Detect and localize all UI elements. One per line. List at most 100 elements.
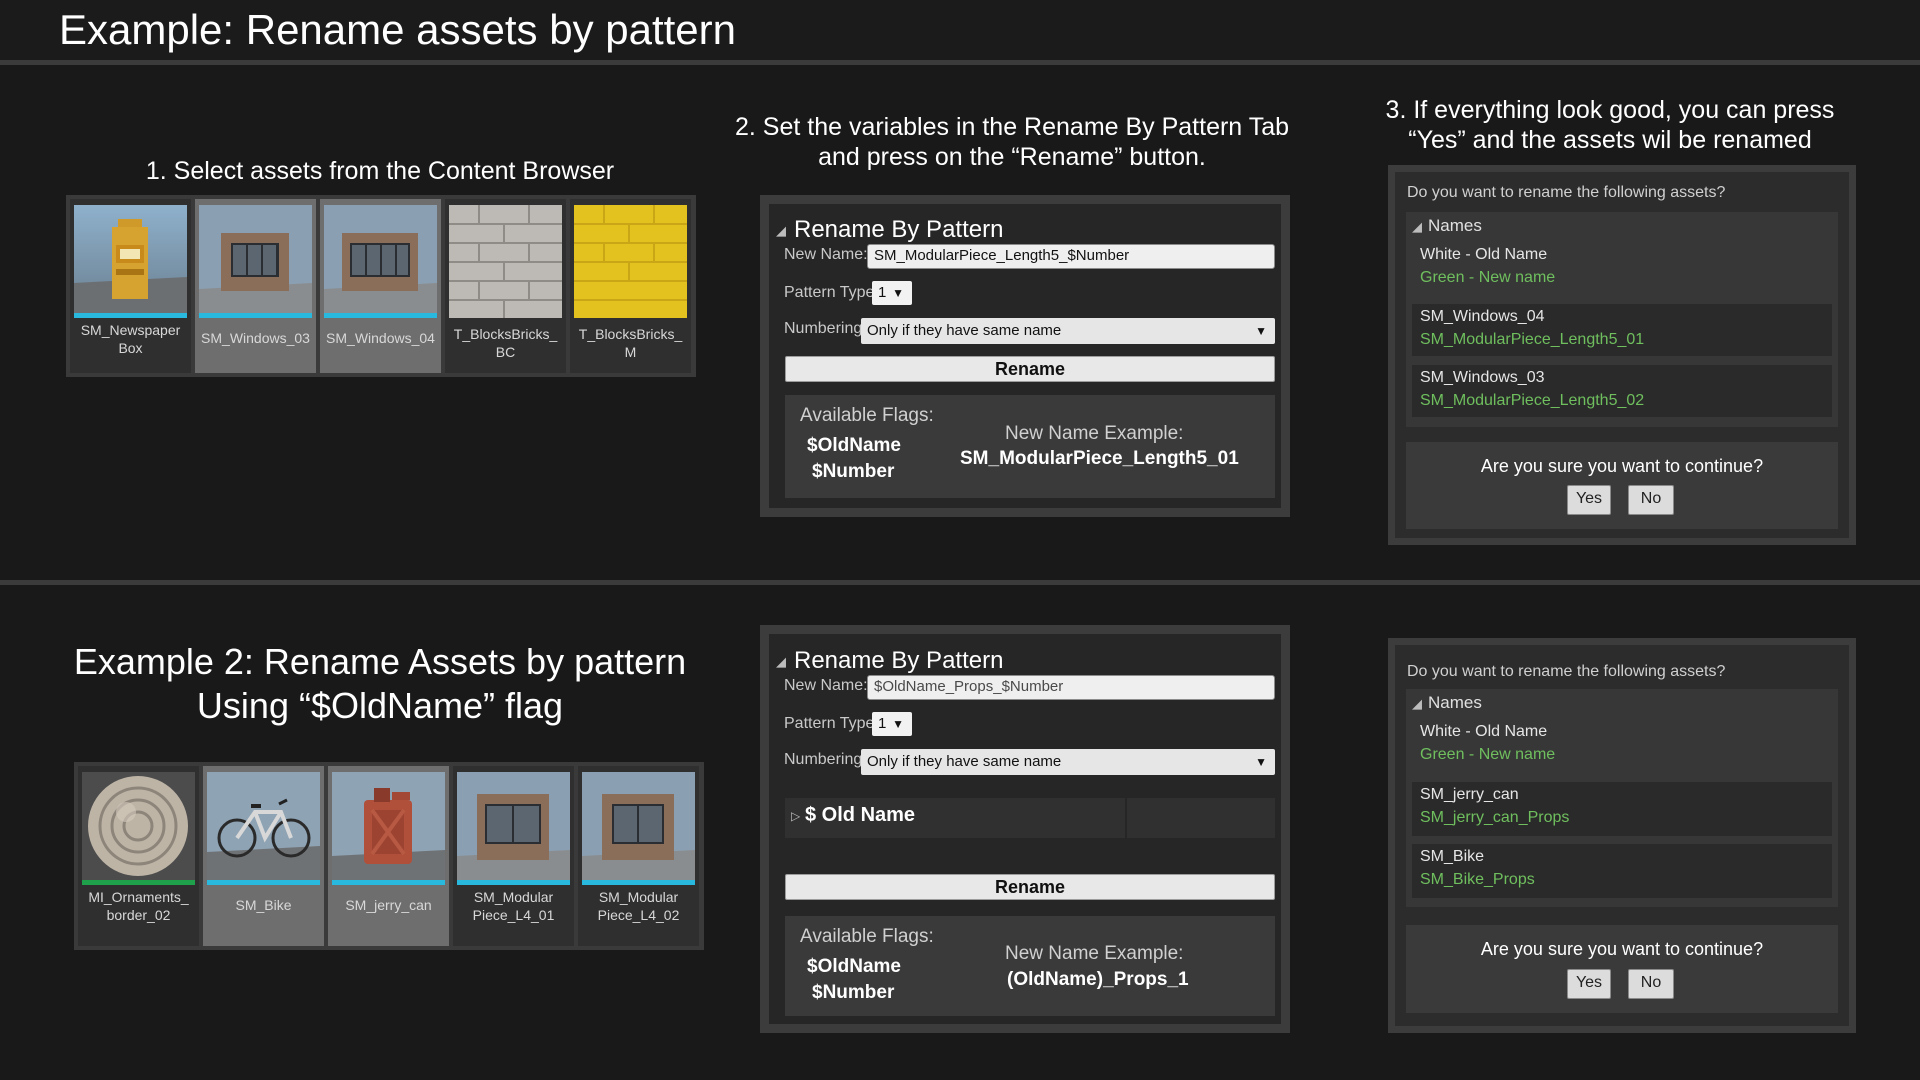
- rename-button[interactable]: Rename: [785, 356, 1275, 382]
- new-name: SM_ModularPiece_Length5_01: [1420, 331, 1645, 348]
- example-value: (OldName)_Props_1: [1007, 969, 1189, 990]
- pattern-type-select[interactable]: 1 ▼: [872, 281, 912, 305]
- dialog-question: Do you want to rename the following asse…: [1407, 184, 1726, 201]
- yes-button[interactable]: Yes: [1567, 485, 1611, 515]
- example-header: New Name Example:: [1005, 423, 1184, 444]
- old-name: SM_Windows_03: [1420, 369, 1545, 386]
- pattern-type-select[interactable]: 1 ▼: [872, 712, 912, 736]
- collapse-triangle-icon[interactable]: ◢: [1412, 696, 1422, 712]
- window-icon: [582, 772, 695, 880]
- asset-tile-sm-windows-03[interactable]: SM_Windows_03: [195, 199, 316, 373]
- example2-title: Example 2: Rename Assets by pattern Usin…: [50, 640, 710, 728]
- legend-new: Green - New name: [1420, 746, 1556, 763]
- selection-underline: [207, 880, 320, 885]
- asset-tile-newspaper-box[interactable]: SM_Newspaper Box: [70, 199, 191, 373]
- window-icon: [199, 205, 312, 313]
- ornament-sphere-icon: [82, 772, 195, 880]
- asset-tile-sm-windows-04[interactable]: SM_Windows_04: [320, 199, 441, 373]
- available-flags-box: Available Flags: $OldName $Number New Na…: [785, 395, 1275, 498]
- yellow-texture-icon: [574, 205, 687, 318]
- list-item: SM_Windows_04 SM_ModularPiece_Length5_01: [1412, 304, 1832, 356]
- asset-tile-t-blocksbricks-m[interactable]: T_BlocksBricks_ M: [570, 199, 691, 373]
- asset-tile-mi-ornaments-border-02[interactable]: MI_Ornaments_ border_02: [78, 766, 199, 946]
- rename-confirm-dialog-1: Do you want to rename the following asse…: [1388, 165, 1856, 545]
- asset-tile-sm-bike[interactable]: SM_Bike: [203, 766, 324, 946]
- legend-old: White - Old Name: [1420, 246, 1548, 263]
- legend-old: White - Old Name: [1420, 723, 1548, 740]
- names-list: ◢ Names White - Old Name Green - New name…: [1406, 212, 1838, 427]
- asset-tile-sm-modular-piece-l4-02[interactable]: SM_Modular Piece_L4_02: [578, 766, 699, 946]
- dialog-body: Do you want to rename the following asse…: [1395, 645, 1849, 1026]
- example-header: New Name Example:: [1005, 943, 1184, 964]
- example2-title-line1: Example 2: Rename Assets by pattern: [73, 641, 687, 682]
- old-name-row[interactable]: ▷ $ Old Name: [785, 798, 1275, 838]
- asset-name: T_BlocksBricks_ M: [578, 326, 683, 360]
- panel-body: ◢ Rename By Pattern New Name: SM_ModularP…: [769, 204, 1281, 508]
- flag-oldname: $OldName: [807, 956, 901, 977]
- confirm-box: Are you sure you want to continue? Yes N…: [1406, 925, 1838, 1013]
- chevron-down-icon: ▼: [1255, 324, 1267, 338]
- asset-name: SM_Windows_04: [326, 330, 435, 346]
- asset-name: SM_Modular Piece_L4_02: [597, 889, 680, 923]
- no-button[interactable]: No: [1628, 969, 1674, 999]
- panel-title[interactable]: ◢ Rename By Pattern: [776, 216, 1003, 244]
- asset-name: SM_Bike: [235, 897, 292, 913]
- step3-line2: “Yes” and the assets wil be renamed: [1408, 126, 1812, 154]
- pattern-type-label: Pattern Type:: [784, 715, 879, 732]
- asset-tile-t-blocksbricks-bc[interactable]: T_BlocksBricks_ BC: [445, 199, 566, 373]
- flag-oldname: $OldName: [807, 435, 901, 456]
- confirm-box: Are you sure you want to continue? Yes N…: [1406, 442, 1838, 529]
- old-name: SM_Bike: [1420, 848, 1485, 865]
- legend-row: White - Old Name Green - New name: [1412, 242, 1832, 288]
- new-name-input[interactable]: SM_ModularPiece_Length5_$Number: [867, 244, 1275, 269]
- asset-tile-sm-jerry-can[interactable]: SM_jerry_can: [328, 766, 449, 946]
- column-divider: [1125, 798, 1127, 838]
- content-browser-2: MI_Ornaments_ border_02 SM_Bike SM_jerry…: [74, 762, 704, 950]
- content-browser-1: SM_Newspaper Box SM_Windows_03 SM_Window…: [66, 195, 696, 377]
- list-item: SM_Windows_03 SM_ModularPiece_Length5_02: [1412, 365, 1832, 417]
- window-icon: [457, 772, 570, 880]
- rename-button[interactable]: Rename: [785, 874, 1275, 900]
- asset-name: SM_Modular Piece_L4_01: [472, 889, 555, 923]
- step2-text: 2. Set the variables in the Rename By Pa…: [712, 112, 1312, 172]
- asset-name: T_BlocksBricks_ BC: [453, 326, 558, 360]
- old-name: SM_jerry_can: [1420, 786, 1519, 803]
- step1-text: 1. Select assets from the Content Browse…: [145, 157, 615, 185]
- names-header[interactable]: ◢ Names: [1412, 693, 1482, 713]
- rename-by-pattern-panel-1: ◢ Rename By Pattern New Name: SM_ModularP…: [760, 195, 1290, 517]
- available-flags-box: Available Flags: $OldName $Number New Na…: [785, 916, 1275, 1016]
- dialog-body: Do you want to rename the following asse…: [1395, 172, 1849, 538]
- title-divider: [0, 60, 1920, 65]
- names-header[interactable]: ◢ Names: [1412, 216, 1482, 236]
- selection-underline: [332, 880, 445, 885]
- material-underline: [82, 880, 195, 885]
- no-button[interactable]: No: [1628, 485, 1674, 515]
- list-item: SM_jerry_can SM_jerry_can_Props: [1412, 782, 1832, 836]
- expand-triangle-icon[interactable]: ▷: [791, 809, 800, 823]
- step3-text: 3. If everything look good, you can pres…: [1370, 95, 1850, 155]
- newspaper-box-icon: [74, 205, 187, 313]
- numbering-label: Numbering:: [784, 751, 867, 768]
- pattern-type-label: Pattern Type:: [784, 284, 879, 301]
- window-icon: [324, 205, 437, 313]
- selection-underline: [457, 880, 570, 885]
- flags-header: Available Flags:: [800, 926, 934, 947]
- example2-title-line2: Using “$OldName” flag: [196, 685, 564, 726]
- old-name-row-label: $ Old Name: [805, 804, 916, 826]
- numbering-dropdown[interactable]: Only if they have same name ▼: [861, 749, 1275, 775]
- collapse-triangle-icon[interactable]: ◢: [776, 223, 786, 239]
- chevron-down-icon: ▼: [892, 286, 904, 300]
- confirm-question: Are you sure you want to continue?: [1480, 456, 1764, 476]
- numbering-dropdown[interactable]: Only if they have same name ▼: [861, 318, 1275, 344]
- panel-title[interactable]: ◢ Rename By Pattern: [776, 647, 1003, 675]
- asset-name: SM_Newspaper Box: [80, 322, 181, 356]
- collapse-triangle-icon[interactable]: ◢: [1412, 219, 1422, 235]
- selection-underline: [74, 313, 187, 318]
- page-title: Example: Rename assets by pattern: [59, 6, 737, 53]
- asset-tile-sm-modular-piece-l4-01[interactable]: SM_Modular Piece_L4_01: [453, 766, 574, 946]
- new-name-input[interactable]: $OldName_Props_$Number: [867, 675, 1275, 700]
- old-name: SM_Windows_04: [1420, 308, 1545, 325]
- yes-button[interactable]: Yes: [1567, 969, 1611, 999]
- collapse-triangle-icon[interactable]: ◢: [776, 654, 786, 670]
- section-divider: [0, 580, 1920, 585]
